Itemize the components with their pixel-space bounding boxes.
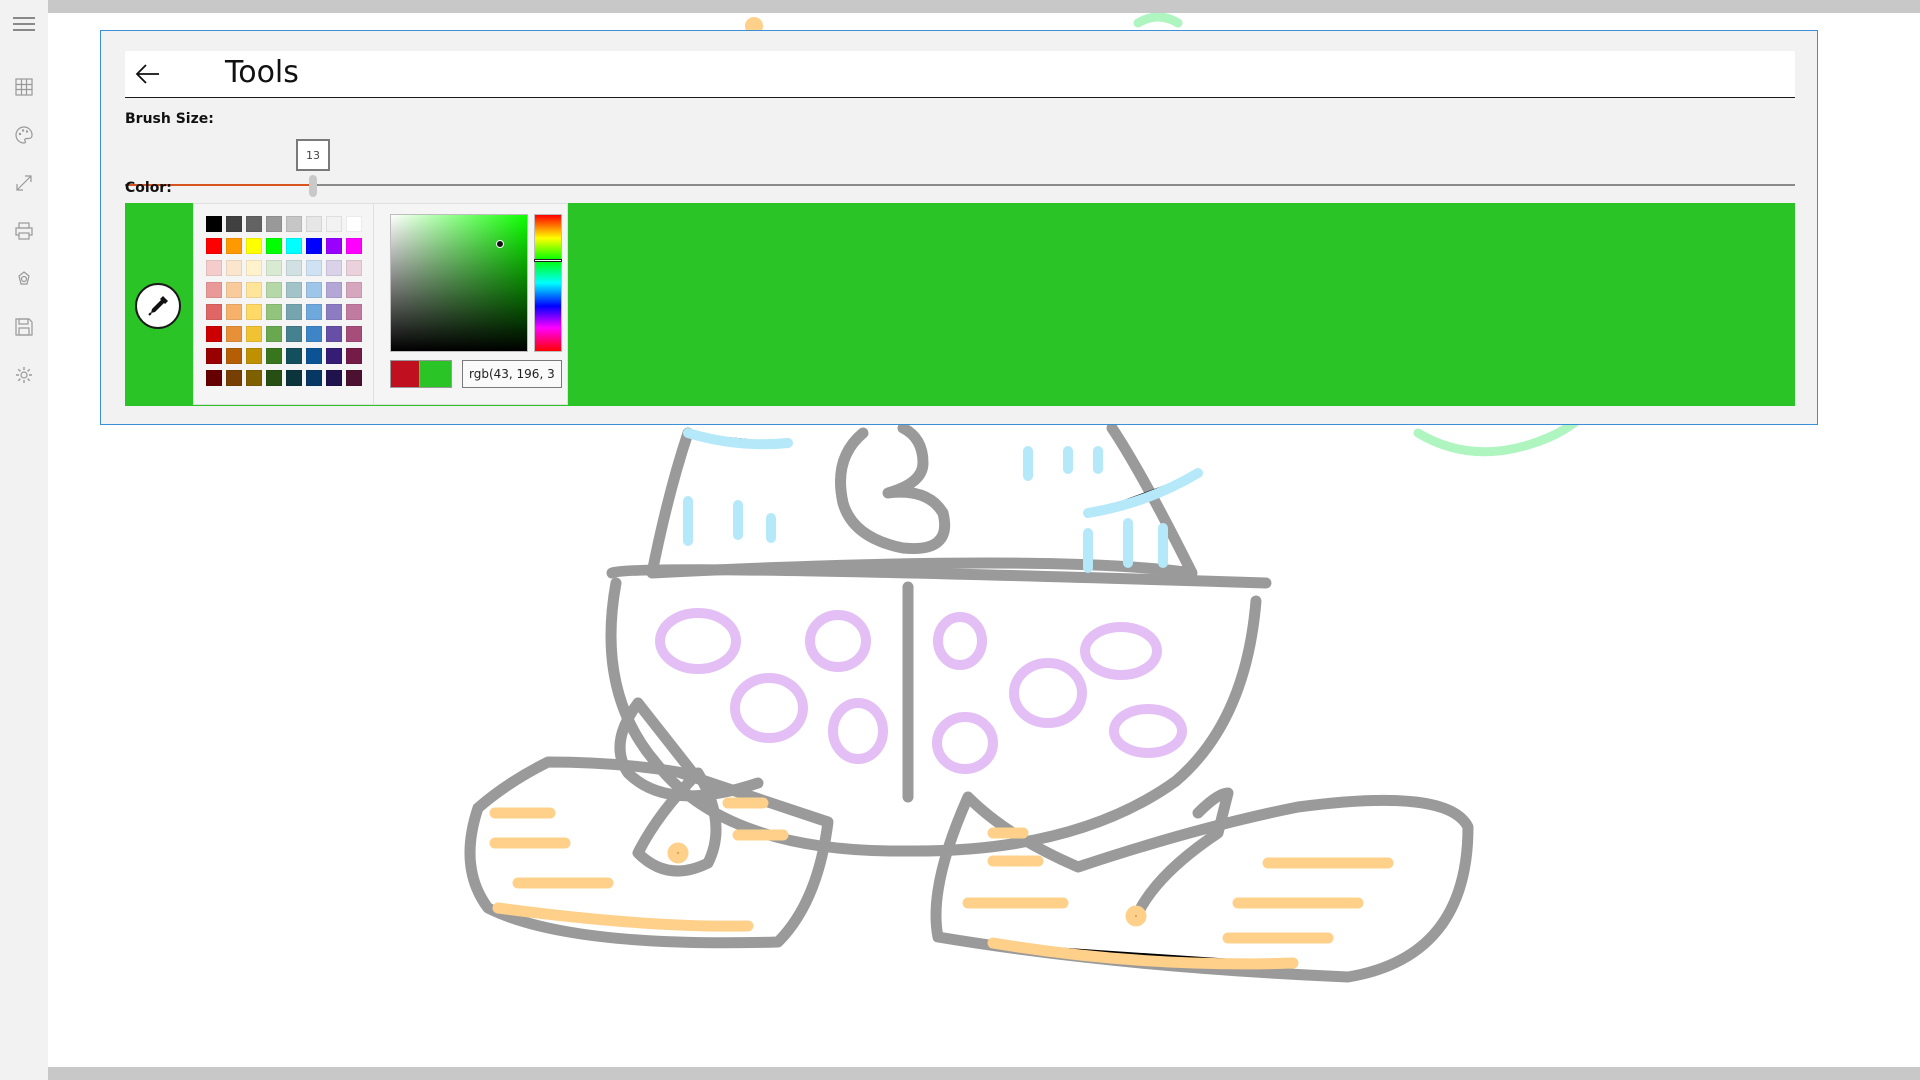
color-swatch[interactable] (346, 370, 362, 386)
color-swatch[interactable] (226, 370, 242, 386)
color-swatch[interactable] (206, 304, 222, 320)
color-swatch[interactable] (286, 370, 302, 386)
expand-icon[interactable] (0, 161, 48, 205)
color-swatch[interactable] (206, 260, 222, 276)
color-swatch[interactable] (326, 326, 342, 342)
hue-slider[interactable] (534, 214, 562, 352)
color-swatch[interactable] (246, 304, 262, 320)
color-swatch[interactable] (246, 282, 262, 298)
color-swatch[interactable] (206, 216, 222, 232)
eyedropper-icon (148, 296, 168, 316)
color-swatch[interactable] (226, 238, 242, 254)
color-swatch[interactable] (326, 260, 342, 276)
color-swatch[interactable] (266, 238, 282, 254)
color-swatch[interactable] (306, 282, 322, 298)
new-color-preview (420, 360, 452, 388)
color-swatch[interactable] (266, 326, 282, 342)
saturation-value-field[interactable] (390, 214, 528, 352)
palette-divider (373, 204, 374, 404)
color-swatch[interactable] (266, 282, 282, 298)
color-swatch[interactable] (206, 370, 222, 386)
color-swatch[interactable] (246, 238, 262, 254)
color-swatch[interactable] (326, 282, 342, 298)
color-swatch[interactable] (246, 326, 262, 342)
hue-slider-handle[interactable] (534, 259, 562, 262)
color-swatch[interactable] (326, 238, 342, 254)
color-swatch[interactable] (266, 348, 282, 364)
color-swatch[interactable] (306, 216, 322, 232)
settings-icon[interactable] (0, 353, 48, 397)
color-swatch[interactable] (326, 370, 342, 386)
brush-size-value-tooltip: 13 (296, 139, 330, 171)
previous-color-preview (390, 360, 420, 388)
color-swatch[interactable] (266, 216, 282, 232)
color-selector-dot[interactable] (496, 240, 504, 248)
color-swatch[interactable] (246, 348, 262, 364)
color-label: Color: (125, 180, 172, 196)
color-swatch[interactable] (306, 348, 322, 364)
color-swatch[interactable] (226, 326, 242, 342)
color-swatch[interactable] (286, 238, 302, 254)
color-swatch[interactable] (346, 326, 362, 342)
color-swatch[interactable] (226, 282, 242, 298)
slider-track (125, 184, 1795, 186)
color-swatch[interactable] (346, 238, 362, 254)
color-swatch[interactable] (266, 370, 282, 386)
top-scrollbar[interactable] (48, 0, 1920, 13)
color-swatch[interactable] (286, 304, 302, 320)
color-swatch[interactable] (286, 282, 302, 298)
save-icon[interactable] (0, 305, 48, 349)
color-swatch[interactable] (226, 216, 242, 232)
page-title: Tools (225, 55, 299, 90)
color-swatch[interactable] (286, 348, 302, 364)
brush-size-slider[interactable]: 13 (125, 139, 1795, 197)
color-swatch[interactable] (306, 238, 322, 254)
color-swatch[interactable] (306, 304, 322, 320)
color-swatch[interactable] (246, 260, 262, 276)
color-swatch[interactable] (306, 370, 322, 386)
color-swatch[interactable] (266, 260, 282, 276)
shapes-icon[interactable] (0, 257, 48, 301)
eyedropper-button[interactable] (135, 283, 181, 329)
bottom-scrollbar[interactable] (48, 1067, 1920, 1080)
color-swatch[interactable] (346, 216, 362, 232)
color-swatch[interactable] (226, 260, 242, 276)
back-arrow-icon[interactable] (125, 51, 171, 97)
color-swatch[interactable] (206, 348, 222, 364)
color-swatch[interactable] (206, 326, 222, 342)
palette-icon[interactable] (0, 113, 48, 157)
hamburger-menu-icon[interactable] (0, 2, 48, 46)
brush-size-label: Brush Size: (125, 111, 214, 127)
tools-header: Tools (125, 51, 1795, 98)
color-swatch[interactable] (206, 282, 222, 298)
color-swatch[interactable] (286, 216, 302, 232)
color-swatch[interactable] (326, 304, 342, 320)
color-swatch[interactable] (346, 304, 362, 320)
color-swatch[interactable] (286, 260, 302, 276)
tools-panel: Tools Brush Size: 13 Color: rgb(43, 196,… (100, 30, 1818, 425)
color-swatch[interactable] (326, 216, 342, 232)
color-swatch[interactable] (246, 216, 262, 232)
app-sidebar (0, 0, 48, 1080)
color-swatch[interactable] (226, 304, 242, 320)
color-swatch[interactable] (206, 238, 222, 254)
color-swatch[interactable] (266, 304, 282, 320)
color-swatch[interactable] (306, 326, 322, 342)
color-picker-flyout: rgb(43, 196, 3 (193, 203, 568, 405)
color-swatch[interactable] (346, 348, 362, 364)
color-swatch[interactable] (346, 260, 362, 276)
color-swatch[interactable] (346, 282, 362, 298)
color-swatch[interactable] (226, 348, 242, 364)
selected-color-bar[interactable]: rgb(43, 196, 3 (125, 203, 1795, 406)
color-swatch[interactable] (326, 348, 342, 364)
grid-icon[interactable] (0, 65, 48, 109)
color-swatch[interactable] (286, 326, 302, 342)
color-swatch[interactable] (246, 370, 262, 386)
color-value-input[interactable]: rgb(43, 196, 3 (462, 360, 562, 388)
print-icon[interactable] (0, 209, 48, 253)
slider-thumb[interactable] (309, 175, 317, 197)
color-swatch[interactable] (306, 260, 322, 276)
